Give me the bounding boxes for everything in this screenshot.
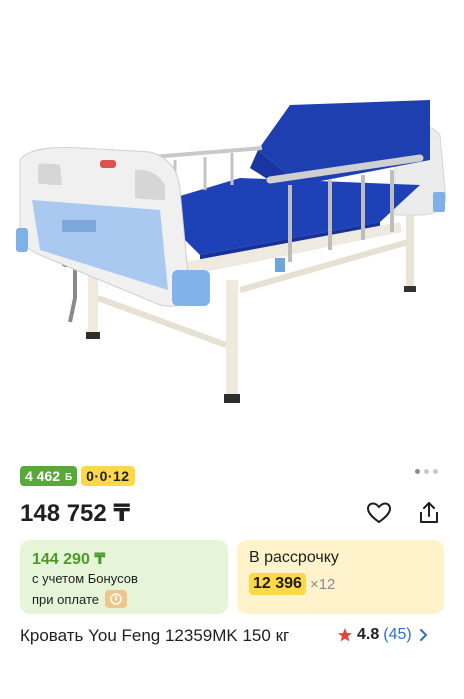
share-icon xyxy=(420,502,438,523)
favorite-button[interactable] xyxy=(364,498,394,528)
gallery-dot xyxy=(424,469,429,474)
bonus-note-line2: при оплате xyxy=(32,590,127,608)
gallery-dot xyxy=(433,469,438,474)
bonus-badge: 4 462 Б xyxy=(20,466,78,486)
bonus-price: 144 290 ₸ xyxy=(32,551,106,568)
installment-badge: 0·0·12 xyxy=(81,466,135,486)
reviews-count: (45) xyxy=(383,626,412,643)
bonus-note-text: при оплате xyxy=(32,591,99,607)
bonus-badge-value: 4 462 xyxy=(25,468,61,484)
installment-row: 12 396 ×12 xyxy=(249,573,335,595)
bed-illustration xyxy=(16,100,447,403)
heart-icon xyxy=(367,502,391,523)
product-title: Кровать You Feng 12359MK 150 кг xyxy=(20,626,290,645)
bonus-currency: Б xyxy=(64,472,73,483)
rating-link[interactable]: 4.8 (45) xyxy=(337,626,430,644)
product-image[interactable] xyxy=(0,0,464,438)
share-button[interactable] xyxy=(414,498,444,528)
payment-method-icon xyxy=(104,590,127,608)
gallery-pagination xyxy=(415,469,438,474)
installment-card[interactable]: В рассрочку 12 396 ×12 xyxy=(237,540,444,614)
star-icon xyxy=(338,628,352,642)
promo-badges: 4 462 Б 0·0·12 xyxy=(20,466,135,486)
installment-amount: 12 396 xyxy=(249,573,306,595)
gallery-dot xyxy=(415,469,420,474)
bonus-note-line1: с учетом Бонусов xyxy=(32,571,138,586)
installment-multiplier: ×12 xyxy=(309,575,336,593)
product-price: 148 752 ₸ xyxy=(20,500,131,527)
installment-title: В рассрочку xyxy=(249,549,339,566)
rating-value: 4.8 xyxy=(357,626,380,643)
wallet-icon xyxy=(110,593,122,605)
chevron-right-icon xyxy=(419,629,427,641)
bonus-price-card[interactable]: 144 290 ₸ с учетом Бонусов при оплате xyxy=(20,540,228,614)
